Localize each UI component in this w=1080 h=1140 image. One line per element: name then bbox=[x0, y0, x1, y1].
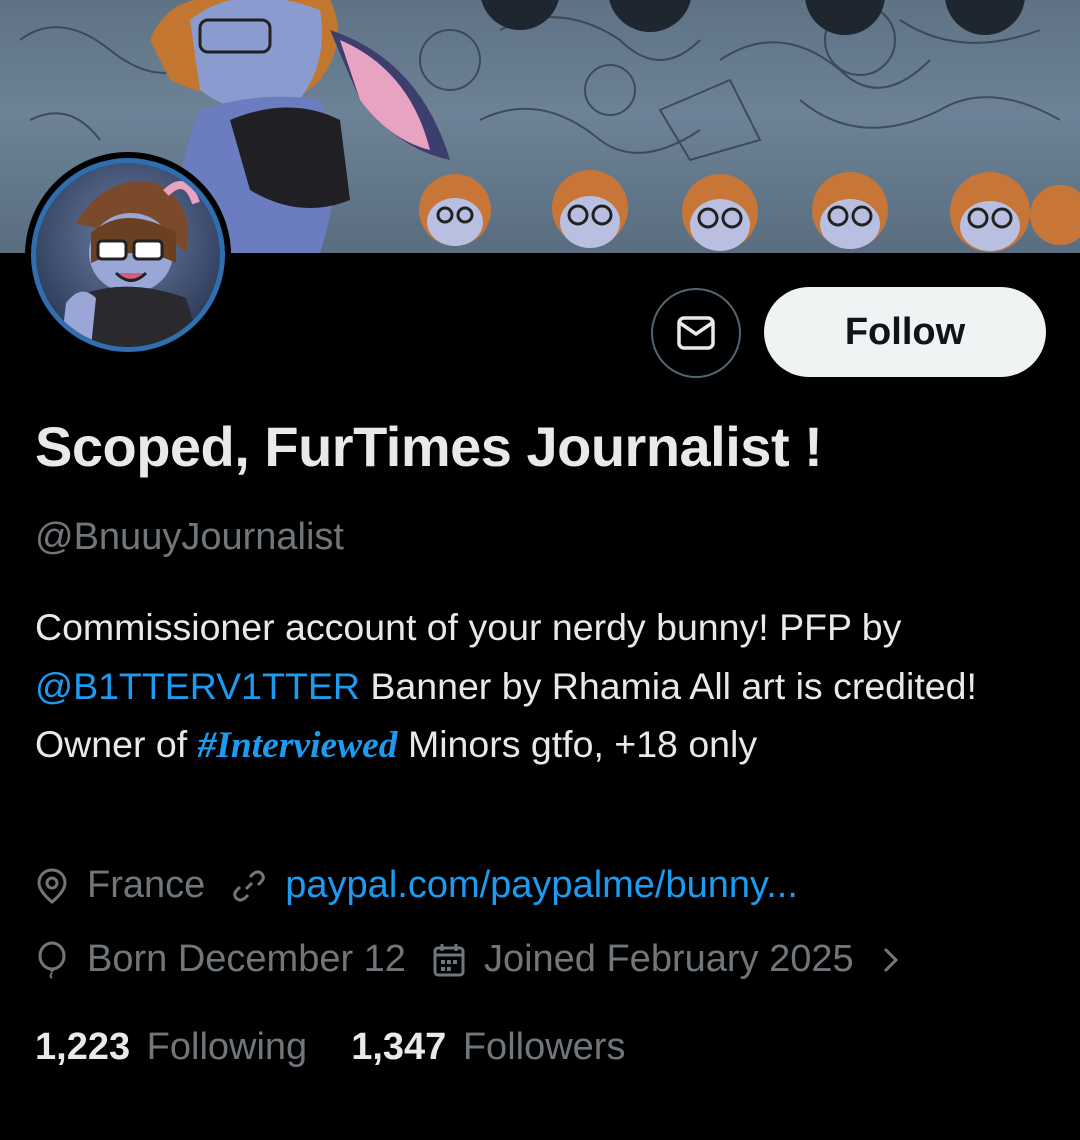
bio-text: Commissioner account of your nerdy bunny… bbox=[35, 606, 902, 648]
website-link[interactable]: paypal.com/paypalme/bunny... bbox=[285, 864, 798, 907]
birthday-text: Born December 12 bbox=[87, 938, 406, 980]
location-item: France bbox=[35, 864, 205, 907]
joined-text: Joined February 2025 bbox=[483, 938, 854, 980]
calendar-icon bbox=[433, 943, 465, 976]
profile-meta-row: France paypal.com/paypalme/bunny... bbox=[35, 864, 824, 907]
followers-count: 1,347 bbox=[351, 1026, 447, 1068]
location-pin-icon bbox=[37, 867, 67, 904]
follow-button[interactable]: Follow bbox=[764, 287, 1046, 377]
profile-bio: Commissioner account of your nerdy bunny… bbox=[35, 598, 1045, 776]
profile-stats: 1,223 Following 1,347 Followers bbox=[35, 1026, 669, 1069]
followers-stat[interactable]: 1,347 Followers bbox=[351, 1026, 625, 1069]
message-button[interactable] bbox=[651, 288, 741, 378]
chevron-right-icon bbox=[883, 947, 898, 972]
following-label: Following bbox=[146, 1026, 308, 1068]
profile-avatar[interactable] bbox=[25, 152, 231, 358]
profile-meta-row: Born December 12 Joined February 2025 bbox=[35, 938, 946, 981]
bio-hashtag-link[interactable]: #Interviewed bbox=[198, 725, 398, 766]
following-stat[interactable]: 1,223 Following bbox=[35, 1026, 307, 1069]
website-item[interactable]: paypal.com/paypalme/bunny... bbox=[231, 864, 798, 907]
avatar-image bbox=[31, 158, 225, 352]
following-count: 1,223 bbox=[35, 1026, 131, 1068]
followers-label: Followers bbox=[462, 1026, 626, 1068]
more-info-button[interactable] bbox=[880, 943, 920, 977]
avatar-artwork bbox=[61, 181, 201, 347]
birthday-item: Born December 12 bbox=[35, 938, 406, 981]
bio-mention-link[interactable]: @B1TTERV1TTER bbox=[35, 665, 360, 707]
envelope-icon bbox=[677, 316, 715, 350]
bio-text: Minors gtfo, +18 only bbox=[397, 723, 758, 765]
user-handle: @BnuuyJournalist bbox=[35, 516, 344, 558]
location-text: France bbox=[87, 864, 206, 906]
display-name: Scoped, FurTimes Journalist ! bbox=[35, 415, 823, 478]
balloon-icon bbox=[38, 941, 66, 979]
link-icon bbox=[233, 870, 266, 901]
joined-item: Joined February 2025 bbox=[432, 938, 854, 981]
